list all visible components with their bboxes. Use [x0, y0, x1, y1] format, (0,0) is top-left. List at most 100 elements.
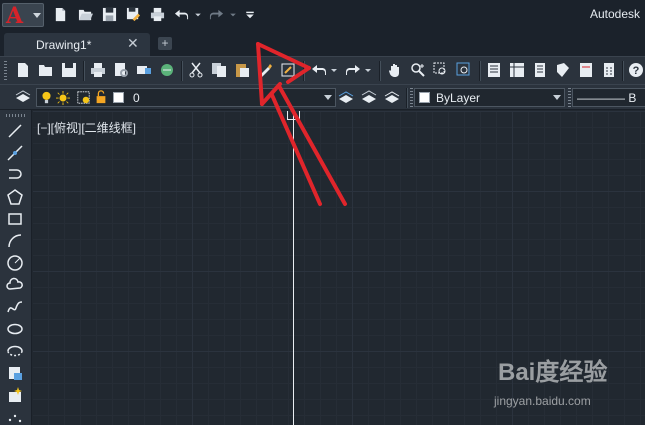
open-icon[interactable]: [78, 7, 93, 22]
save-icon[interactable]: [61, 62, 77, 78]
toolbar-grip[interactable]: [568, 88, 571, 108]
undo-icon[interactable]: [311, 62, 327, 78]
chevron-down-icon: [33, 13, 41, 18]
unlock-icon[interactable]: [95, 90, 107, 104]
help-icon[interactable]: ?: [628, 62, 644, 78]
polyline-icon[interactable]: [6, 166, 24, 184]
zoom-previous-icon[interactable]: [456, 62, 472, 78]
cut-icon[interactable]: [188, 62, 204, 78]
toolbar-grip[interactable]: [4, 61, 7, 81]
insert-block-icon[interactable]: [6, 364, 24, 382]
chevron-down-icon[interactable]: [324, 95, 332, 100]
toolbar-grip[interactable]: [410, 88, 413, 108]
properties-icon[interactable]: [486, 62, 502, 78]
line-icon[interactable]: [6, 122, 24, 140]
crosshair-pickbox: [287, 111, 300, 120]
lightbulb-icon[interactable]: [40, 91, 53, 104]
layer-previous-icon[interactable]: [361, 89, 377, 105]
linetype-dropdown[interactable]: ———— B: [572, 88, 645, 107]
toolbar-separator: [379, 61, 381, 81]
quickcalc-icon[interactable]: [601, 62, 617, 78]
redo-icon[interactable]: [209, 7, 224, 22]
linetype-value: ———— B: [577, 91, 637, 105]
file-tab-bar: Drawing1* ✕ +: [0, 30, 645, 56]
arc-icon[interactable]: [6, 232, 24, 250]
viewport-controls-label[interactable]: [−][俯视][二维线框]: [37, 119, 136, 136]
zoom-realtime-icon[interactable]: [410, 62, 426, 78]
pan-icon[interactable]: [387, 62, 403, 78]
tab-label: Drawing1*: [36, 38, 92, 52]
make-block-icon[interactable]: [6, 386, 24, 404]
autocad-window: A Autodesk Drawing1* ✕ + ? 0 ByLayer ———…: [0, 0, 645, 425]
spline-icon[interactable]: [6, 298, 24, 316]
color-value: ByLayer: [436, 91, 481, 105]
window-title: Autodesk: [590, 7, 641, 21]
undo-dropdown-icon[interactable]: [194, 7, 202, 22]
undo-icon[interactable]: [174, 7, 189, 22]
new-icon[interactable]: [53, 7, 68, 22]
make-object-layer-current-icon[interactable]: [338, 89, 354, 105]
toolbar-separator: [406, 88, 408, 108]
save-as-icon[interactable]: [126, 7, 141, 22]
plot-icon[interactable]: [150, 7, 165, 22]
color-dropdown[interactable]: ByLayer: [414, 88, 565, 107]
publish-icon[interactable]: [136, 62, 152, 78]
customize-dropdown-icon[interactable]: [244, 7, 256, 22]
publish-3d-icon[interactable]: [159, 62, 175, 78]
markup-icon[interactable]: [578, 62, 594, 78]
sheet-set-icon[interactable]: [555, 62, 571, 78]
point-icon[interactable]: [6, 408, 24, 425]
open-icon[interactable]: [38, 62, 54, 78]
toolbar-grip[interactable]: [6, 114, 26, 117]
ellipse-icon[interactable]: [6, 320, 24, 338]
toolbar-separator: [622, 61, 624, 81]
polygon-icon[interactable]: [6, 188, 24, 206]
rectangle-icon[interactable]: [6, 210, 24, 228]
revision-cloud-icon[interactable]: [6, 276, 24, 294]
draw-toolbar: [0, 110, 32, 425]
baidu-watermark: Bai度经验 jingyan.baidu.com: [494, 352, 638, 412]
plot-icon[interactable]: [90, 62, 106, 78]
application-menu-button[interactable]: A: [2, 3, 44, 29]
redo-dropdown-icon[interactable]: [364, 62, 372, 78]
circle-icon[interactable]: [6, 254, 24, 272]
new-tab-button[interactable]: +: [158, 37, 172, 50]
layer-states-icon[interactable]: [384, 89, 400, 105]
layer-dropdown[interactable]: 0: [36, 88, 336, 107]
copy-icon[interactable]: [211, 62, 227, 78]
toolbar-separator: [303, 61, 305, 81]
current-layer-value: 0: [133, 91, 140, 105]
watermark-brand: Bai度经验: [498, 359, 608, 386]
toolbar-separator: [479, 61, 481, 81]
chevron-down-icon[interactable]: [553, 95, 561, 100]
crosshair-cursor: [293, 111, 294, 425]
qnew-icon[interactable]: [15, 62, 31, 78]
standard-toolbar: ?: [0, 56, 645, 84]
plot-preview-icon[interactable]: [113, 62, 129, 78]
design-center-icon[interactable]: [509, 62, 525, 78]
block-editor-icon[interactable]: [280, 62, 296, 78]
construction-line-icon[interactable]: [6, 144, 24, 162]
title-bar: A Autodesk: [0, 0, 645, 30]
tab-drawing1[interactable]: Drawing1* ✕: [4, 33, 150, 56]
save-icon[interactable]: [102, 7, 117, 22]
sun-icon[interactable]: [56, 91, 70, 105]
tool-palettes-icon[interactable]: [532, 62, 548, 78]
autocad-logo-icon: A: [6, 3, 24, 29]
paste-icon[interactable]: [234, 62, 250, 78]
ellipse-arc-icon[interactable]: [6, 342, 24, 360]
layer-color-swatch: [113, 92, 124, 103]
color-swatch: [419, 92, 430, 103]
watermark-url: jingyan.baidu.com: [494, 394, 591, 408]
toolbar-separator: [181, 61, 183, 81]
layers-toolbar: 0 ByLayer ———— B: [0, 84, 645, 110]
redo-icon[interactable]: [345, 62, 361, 78]
undo-dropdown-icon[interactable]: [330, 62, 338, 78]
layer-properties-icon[interactable]: [15, 89, 31, 105]
toolbar-separator: [83, 61, 85, 81]
close-icon[interactable]: ✕: [127, 35, 139, 52]
match-properties-icon[interactable]: [257, 62, 273, 78]
viewport-freeze-icon[interactable]: [77, 91, 90, 104]
redo-dropdown-icon[interactable]: [229, 7, 237, 22]
zoom-window-icon[interactable]: [433, 62, 449, 78]
